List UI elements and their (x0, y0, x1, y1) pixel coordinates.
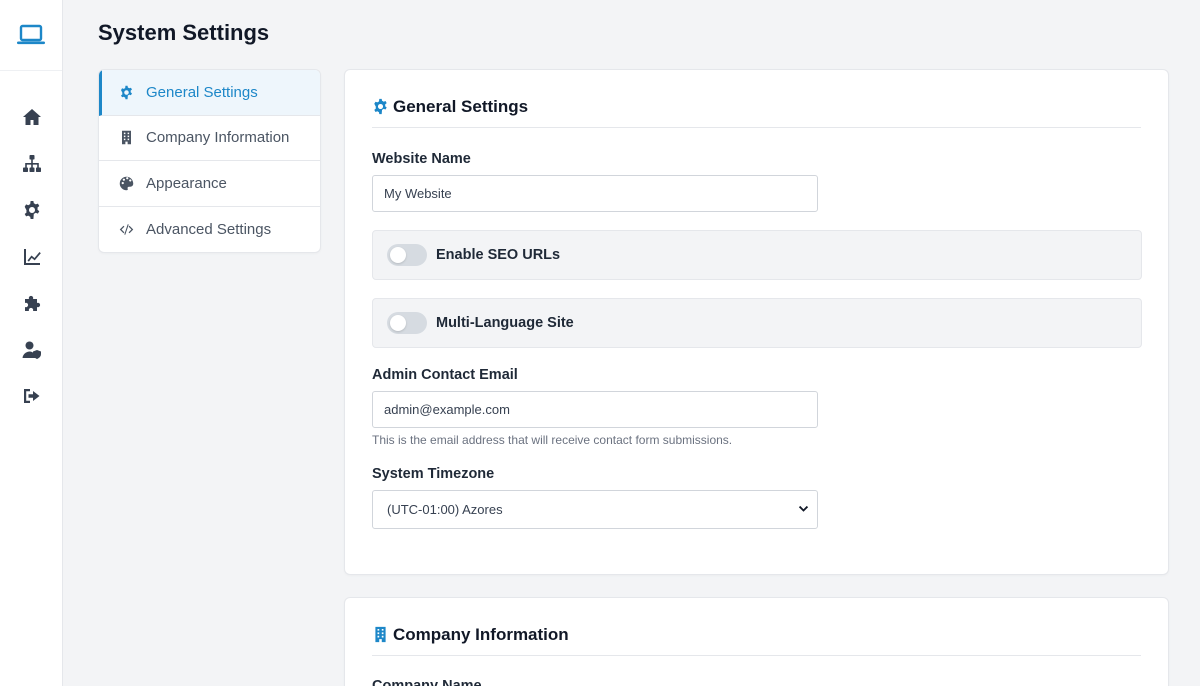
admin-email-label: Admin Contact Email (372, 367, 518, 383)
app-logo[interactable] (0, 0, 62, 71)
building-icon (122, 131, 131, 145)
user-shield-icon (22, 341, 41, 359)
chevron-down-icon (798, 505, 809, 512)
rail-item-users[interactable] (0, 327, 63, 374)
palette-icon (119, 176, 134, 190)
toggle-knob (390, 247, 406, 263)
icon-rail (0, 0, 63, 686)
general-settings-card: General Settings Website Name Enable SEO… (344, 69, 1169, 575)
home-icon (22, 109, 41, 126)
timezone-selected-value: (UTC-01:00) Azores (387, 502, 503, 517)
rail-item-analytics[interactable] (0, 234, 63, 281)
sign-out-icon (23, 389, 39, 404)
submenu-item-general-settings[interactable]: General Settings (99, 70, 320, 116)
timezone-select[interactable]: (UTC-01:00) Azores (372, 490, 818, 529)
gear-icon (374, 98, 387, 115)
submenu-item-label: General Settings (146, 83, 258, 101)
page-title: System Settings (98, 20, 270, 45)
card-header: General Settings (372, 70, 1141, 128)
submenu-item-advanced-settings[interactable]: Advanced Settings (99, 207, 320, 253)
submenu-item-appearance[interactable]: Appearance (99, 161, 320, 207)
website-name-label: Website Name (372, 151, 471, 167)
rail-item-settings[interactable] (0, 187, 63, 234)
admin-email-input[interactable] (372, 391, 818, 428)
card-title: General Settings (393, 96, 529, 116)
puzzle-icon (24, 296, 40, 312)
submenu-item-label: Company Information (146, 129, 290, 147)
website-name-input[interactable] (372, 175, 818, 212)
rail-item-logout[interactable] (0, 373, 63, 420)
multi-language-label: Multi-Language Site (436, 315, 574, 331)
building-icon (375, 626, 386, 643)
company-information-card: Company Information Company Name (344, 597, 1169, 686)
seo-urls-label: Enable SEO URLs (436, 247, 561, 263)
admin-email-help-text: This is the email address that will rece… (372, 433, 733, 447)
rail-item-home[interactable] (0, 94, 63, 141)
timezone-label: System Timezone (372, 466, 495, 482)
seo-urls-toggle-row[interactable]: Enable SEO URLs (372, 230, 1142, 280)
multi-language-toggle[interactable] (387, 312, 427, 334)
gear-icon (24, 201, 39, 220)
submenu-item-label: Appearance (146, 174, 227, 192)
card-header: Company Information (372, 598, 1141, 656)
rail-item-sitemap[interactable] (0, 141, 63, 188)
settings-submenu: General Settings Company Information App… (98, 69, 321, 253)
submenu-item-label: Advanced Settings (146, 220, 272, 238)
gear-icon (121, 85, 132, 99)
sitemap-icon (22, 154, 41, 172)
company-name-label: Company Name (372, 678, 482, 686)
submenu-item-company-information[interactable]: Company Information (99, 116, 320, 161)
card-title: Company Information (393, 624, 569, 644)
toggle-knob (390, 315, 406, 331)
chart-line-icon (23, 248, 41, 265)
code-icon (119, 224, 134, 235)
laptop-icon (17, 24, 45, 45)
seo-urls-toggle[interactable] (387, 244, 427, 266)
rail-nav (0, 94, 63, 420)
multi-language-toggle-row[interactable]: Multi-Language Site (372, 298, 1142, 348)
rail-item-plugins[interactable] (0, 280, 63, 327)
